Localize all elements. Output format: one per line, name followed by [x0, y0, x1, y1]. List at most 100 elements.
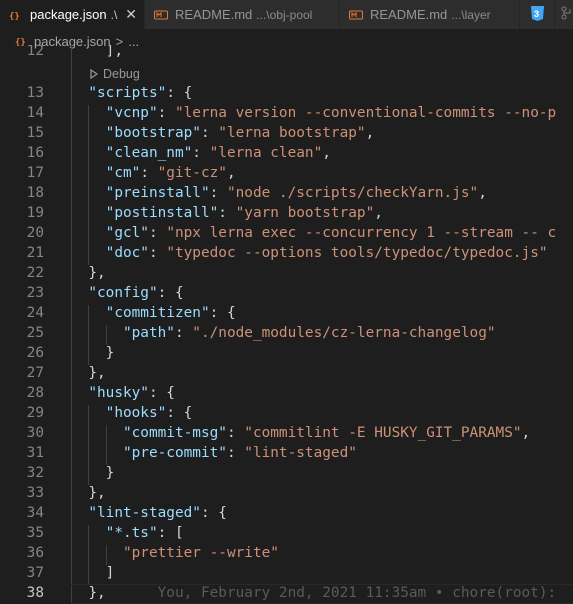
code-line[interactable]: "config": { — [71, 285, 183, 301]
json-key: "scripts" — [88, 85, 167, 101]
code-line[interactable]: "scripts": { — [71, 85, 192, 101]
json-string: "npx lerna exec --concurrency 1 --stream… — [166, 225, 557, 241]
code-line[interactable]: "cm": "git-cz", — [71, 165, 236, 181]
code-editor[interactable]: Debug 12 ], 13 "scripts": {14 "vcnp": "le… — [0, 45, 573, 604]
json-key: "config" — [88, 285, 158, 301]
punctuation — [71, 425, 123, 441]
line-number: 25 — [26, 325, 44, 341]
code-line[interactable]: "doc": "typedoc --options tools/typedoc/… — [71, 245, 548, 261]
code-line[interactable]: "commit-msg": "commitlint -E HUSKY_GIT_P… — [71, 425, 530, 441]
code-line[interactable]: "*.ts": [ — [71, 525, 184, 541]
punctuation: , — [365, 125, 375, 141]
code-line[interactable]: "gcl": "npx lerna exec --concurrency 1 -… — [71, 225, 557, 241]
json-key: "lint-staged" — [88, 505, 201, 521]
code-line[interactable]: "commitizen": { — [71, 305, 236, 321]
json-key: "clean_nm" — [105, 145, 193, 161]
punctuation: : { — [166, 85, 193, 101]
code-line[interactable]: "lint-staged": { — [71, 505, 227, 521]
codelens-debug[interactable]: Debug — [90, 67, 140, 81]
json-key: "husky" — [88, 385, 149, 401]
punctuation — [71, 305, 106, 321]
punctuation — [71, 405, 106, 421]
punctuation — [71, 445, 123, 461]
css3-icon: 3 — [530, 5, 544, 24]
punctuation — [71, 385, 88, 401]
punctuation: , — [521, 425, 531, 441]
json-key: "bootstrap" — [105, 125, 201, 141]
code-line[interactable]: }, — [71, 365, 106, 381]
line-number: 24 — [26, 305, 44, 321]
punctuation: , — [374, 205, 383, 221]
punctuation — [71, 505, 88, 521]
code-line[interactable]: "hooks": { — [71, 405, 193, 421]
code-line[interactable]: }, — [71, 265, 105, 281]
line-number: 18 — [26, 185, 44, 201]
line-number: 16 — [26, 145, 44, 161]
tab-overflow[interactable] — [555, 0, 573, 29]
tab-css[interactable]: 3 — [520, 0, 555, 29]
tab-path-hint: ...\layer — [451, 7, 491, 22]
code-line[interactable]: }, — [71, 485, 105, 501]
line-number: 30 — [26, 425, 44, 441]
punctuation: : — [174, 325, 193, 341]
line-number: 29 — [26, 405, 44, 421]
punctuation — [71, 545, 123, 561]
code-line[interactable]: "vcnp": "lerna version --conventional-co… — [71, 105, 557, 121]
code-line[interactable]: }, You, February 2nd, 2021 11:35am • cho… — [71, 585, 556, 601]
line-number: 15 — [26, 125, 44, 141]
line-number: 13 — [26, 85, 44, 101]
tab-readme-layer[interactable]: README.md ...\layer — [340, 0, 520, 29]
json-string: "commitlint -E HUSKY_GIT_PARAMS" — [244, 425, 522, 441]
punctuation: ], — [71, 45, 123, 59]
punctuation: : { — [200, 505, 227, 521]
tab-readme-obj-pool[interactable]: README.md ...\obj-pool — [145, 0, 340, 29]
line-number: 26 — [26, 345, 44, 361]
code-line[interactable]: "postinstall": "yarn bootstrap", — [71, 205, 383, 221]
code-line[interactable]: } — [71, 345, 115, 361]
punctuation — [71, 145, 106, 161]
markdown-file-icon — [348, 7, 364, 23]
json-string: "prettier --write" — [122, 545, 279, 561]
line-number: 28 — [26, 385, 44, 401]
json-key: "*.ts" — [105, 525, 158, 541]
punctuation: : — [157, 105, 175, 121]
code-line[interactable]: ], — [71, 45, 123, 59]
tab-bar: {} package.json .\ ✕ README.md ...\obj-p… — [0, 0, 573, 29]
json-key: "cm" — [105, 165, 141, 181]
json-string: "typedoc --options tools/typedoc/typedoc… — [166, 245, 548, 261]
code-line[interactable]: "preinstall": "node ./scripts/checkYarn.… — [71, 185, 487, 201]
code-line[interactable]: "clean_nm": "lerna clean", — [71, 145, 331, 161]
close-icon[interactable]: ✕ — [125, 6, 137, 23]
punctuation: : — [200, 125, 219, 141]
code-line[interactable]: } — [71, 465, 115, 481]
punctuation — [71, 125, 106, 141]
punctuation: : — [148, 245, 167, 261]
line-number: 31 — [26, 445, 44, 461]
json-key: "gcl" — [105, 225, 149, 241]
code-line[interactable]: "bootstrap": "lerna bootstrap", — [71, 125, 375, 141]
line-number: 37 — [26, 565, 44, 581]
code-line[interactable]: "husky": { — [71, 385, 175, 401]
punctuation: : — [226, 445, 245, 461]
json-string: "yarn bootstrap" — [235, 205, 375, 221]
tab-package-json[interactable]: {} package.json .\ ✕ — [0, 0, 145, 29]
tab-label: README.md — [370, 7, 448, 22]
punctuation: ] — [71, 565, 115, 581]
code-line[interactable]: "path": "./node_modules/cz-lerna-changel… — [71, 325, 496, 341]
tab-path-hint: ...\obj-pool — [256, 7, 313, 22]
line-number: 32 — [26, 465, 44, 481]
punctuation — [71, 325, 123, 341]
punctuation: }, — [71, 585, 106, 601]
svg-text:3: 3 — [534, 9, 539, 19]
code-line[interactable]: "pre-commit": "lint-staged" — [71, 445, 357, 461]
json-string: "lerna version --conventional-commits --… — [174, 105, 557, 121]
code-line[interactable]: "prettier --write" — [71, 545, 279, 561]
punctuation: : — [148, 225, 167, 241]
punctuation: } — [71, 345, 115, 361]
json-file-icon: {} — [8, 7, 24, 23]
json-key: "path" — [122, 325, 175, 341]
punctuation: , — [322, 145, 331, 161]
punctuation: }, — [71, 365, 106, 381]
punctuation: : { — [209, 305, 236, 321]
code-line[interactable]: ] — [71, 565, 115, 581]
